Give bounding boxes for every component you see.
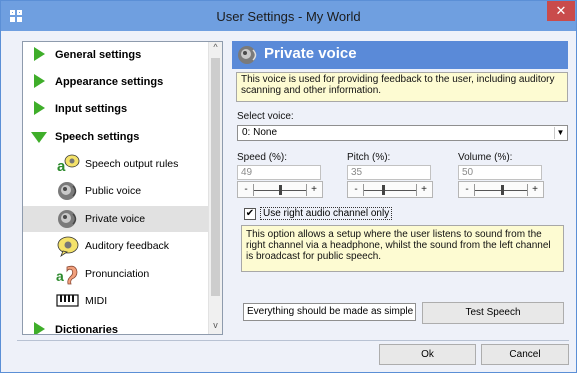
volume-value-field[interactable]: 50 xyxy=(458,165,542,180)
slider-track-line xyxy=(364,190,416,191)
tree-item-label: MIDI xyxy=(85,295,108,307)
settings-window: User Settings - My World ✕ General setti… xyxy=(0,0,577,373)
section-header: Private voice xyxy=(232,41,568,69)
speech-bubble-icon xyxy=(57,236,79,257)
speaker-icon xyxy=(58,182,77,200)
scroll-up-icon[interactable]: ^ xyxy=(209,42,222,56)
increase-button[interactable]: + xyxy=(308,182,320,197)
slider-handle[interactable] xyxy=(501,185,504,195)
channel-description: This option allows a setup where the use… xyxy=(241,225,564,272)
pitch-value-field[interactable]: 35 xyxy=(347,165,431,180)
tree-item-label: Speech settings xyxy=(55,131,140,143)
svg-text:a: a xyxy=(56,268,64,284)
tree-item-label: Appearance settings xyxy=(55,76,164,88)
volume-slider[interactable]: - + xyxy=(458,181,544,198)
tree-item-label: General settings xyxy=(55,49,142,61)
tree-item-general-settings[interactable]: General settings xyxy=(23,42,209,68)
ok-button[interactable]: Ok xyxy=(379,344,476,365)
tree-item-label: Auditory feedback xyxy=(85,240,170,252)
pitch-label: Pitch (%): xyxy=(347,152,391,163)
voice-select[interactable]: 0: None ▼ xyxy=(237,125,568,141)
ear-icon: a xyxy=(56,265,78,285)
green-arrow-right-icon xyxy=(34,101,45,115)
tree-item-label: Public voice xyxy=(85,185,142,197)
decrease-button[interactable]: - xyxy=(240,182,252,197)
scroll-thumb[interactable] xyxy=(211,58,220,296)
tree-item-label: Input settings xyxy=(55,103,128,115)
green-arrow-down-icon xyxy=(31,132,47,143)
speaker-icon xyxy=(238,46,257,64)
tree-item-appearance-settings[interactable]: Appearance settings xyxy=(23,69,209,95)
tree-item-label: Pronunciation xyxy=(85,268,150,280)
volume-label: Volume (%): xyxy=(458,152,513,163)
divider xyxy=(17,340,569,341)
tree-item-private-voice[interactable]: Private voice xyxy=(23,206,209,232)
tree-item-label: Dictionaries xyxy=(55,324,118,335)
voice-select-value: 0: None xyxy=(242,127,278,138)
chevron-down-icon[interactable]: ▼ xyxy=(554,127,566,139)
right-channel-checkbox[interactable]: ✔ xyxy=(244,208,256,220)
tree-item-auditory-feedback[interactable]: Auditory feedback xyxy=(23,233,209,259)
slider-handle[interactable] xyxy=(382,185,385,195)
cancel-button[interactable]: Cancel xyxy=(481,344,569,365)
speed-label: Speed (%): xyxy=(237,152,288,163)
tree-item-label: Private voice xyxy=(85,213,146,225)
settings-tree: General settings Appearance settings Inp… xyxy=(22,41,223,335)
right-channel-label[interactable]: Use right audio channel only xyxy=(260,207,393,220)
slider-handle[interactable] xyxy=(279,185,282,195)
piano-keys-icon xyxy=(56,294,79,307)
select-voice-label: Select voice: xyxy=(237,111,294,122)
green-arrow-right-icon xyxy=(34,322,45,334)
speaker-icon xyxy=(58,210,77,228)
green-arrow-right-icon xyxy=(34,74,45,88)
voice-description: This voice is used for providing feedbac… xyxy=(236,72,568,102)
pitch-slider[interactable]: - + xyxy=(347,181,433,198)
divider xyxy=(306,184,307,196)
speed-slider[interactable]: - + xyxy=(237,181,323,198)
divider xyxy=(527,184,528,196)
page-title: Private voice xyxy=(264,45,357,62)
speed-value-field[interactable]: 49 xyxy=(237,165,321,180)
test-speech-button[interactable]: Test Speech xyxy=(422,302,564,324)
green-arrow-right-icon xyxy=(34,47,45,61)
tree-item-input-settings[interactable]: Input settings xyxy=(23,96,209,122)
increase-button[interactable]: + xyxy=(418,182,430,197)
title-bar[interactable]: User Settings - My World ✕ xyxy=(1,1,576,31)
window-title: User Settings - My World xyxy=(216,9,361,24)
tree-item-dictionaries[interactable]: Dictionaries xyxy=(23,317,209,335)
increase-button[interactable]: + xyxy=(529,182,541,197)
decrease-button[interactable]: - xyxy=(461,182,473,197)
divider xyxy=(416,184,417,196)
tree-item-midi[interactable]: MIDI xyxy=(23,288,209,314)
decrease-button[interactable]: - xyxy=(350,182,362,197)
speech-rules-icon: a xyxy=(57,154,80,175)
tree-item-speech-settings[interactable]: Speech settings xyxy=(23,124,209,150)
tree-item-label: Speech output rules xyxy=(85,158,179,170)
tree-item-speech-output-rules[interactable]: a Speech output rules xyxy=(23,151,209,177)
tree-scrollbar[interactable]: ^ v xyxy=(208,42,222,334)
tree-item-public-voice[interactable]: Public voice xyxy=(23,178,209,204)
close-button[interactable]: ✕ xyxy=(547,1,575,21)
scroll-down-icon[interactable]: v xyxy=(209,320,222,334)
test-text-input[interactable]: Everything should be made as simple as p xyxy=(243,303,416,321)
tree-item-pronunciation[interactable]: a Pronunciation xyxy=(23,261,209,287)
